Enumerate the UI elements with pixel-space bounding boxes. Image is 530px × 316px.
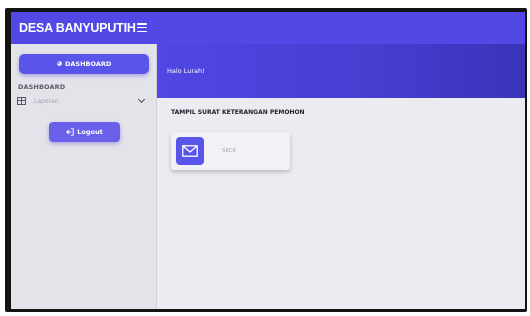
dashboard-button-label: DASHBOARD <box>64 60 112 68</box>
brand-title: DESA BANYUPUTIH <box>19 21 136 35</box>
greeting-banner: Halo Lurah! <box>157 44 525 98</box>
content-title: TAMPIL SURAT KETERANGAN PEMOHON <box>171 109 305 116</box>
brand-bar: DESA BANYUPUTIH <box>11 12 157 44</box>
chevron-down-icon[interactable] <box>137 95 146 104</box>
sidebar-item-laporan[interactable]: Laporan <box>17 94 151 108</box>
app-window: DESA BANYUPUTIH ◕ DASHBOARD DASHBOARD La… <box>11 12 525 309</box>
greeting-text: Halo Lurah! <box>167 67 205 75</box>
sidebar-item-label: Laporan <box>34 97 59 105</box>
sidebar: DESA BANYUPUTIH ◕ DASHBOARD DASHBOARD La… <box>11 12 157 309</box>
card-label: SKCK <box>222 148 237 154</box>
logout-button[interactable]: Logout <box>49 122 120 142</box>
sidebar-section-label: DASHBOARD <box>18 83 66 91</box>
dashboard-icon: ◕ <box>56 60 62 67</box>
card-icon-box <box>176 137 204 165</box>
logout-icon <box>66 128 74 136</box>
dashboard-button[interactable]: ◕ DASHBOARD <box>19 54 149 74</box>
table-icon <box>17 97 26 105</box>
envelope-icon <box>182 145 198 157</box>
hamburger-menu-icon[interactable] <box>137 23 147 32</box>
letter-card-skck[interactable]: SKCK <box>171 132 290 170</box>
top-navbar <box>157 12 525 44</box>
logout-button-label: Logout <box>77 128 103 136</box>
